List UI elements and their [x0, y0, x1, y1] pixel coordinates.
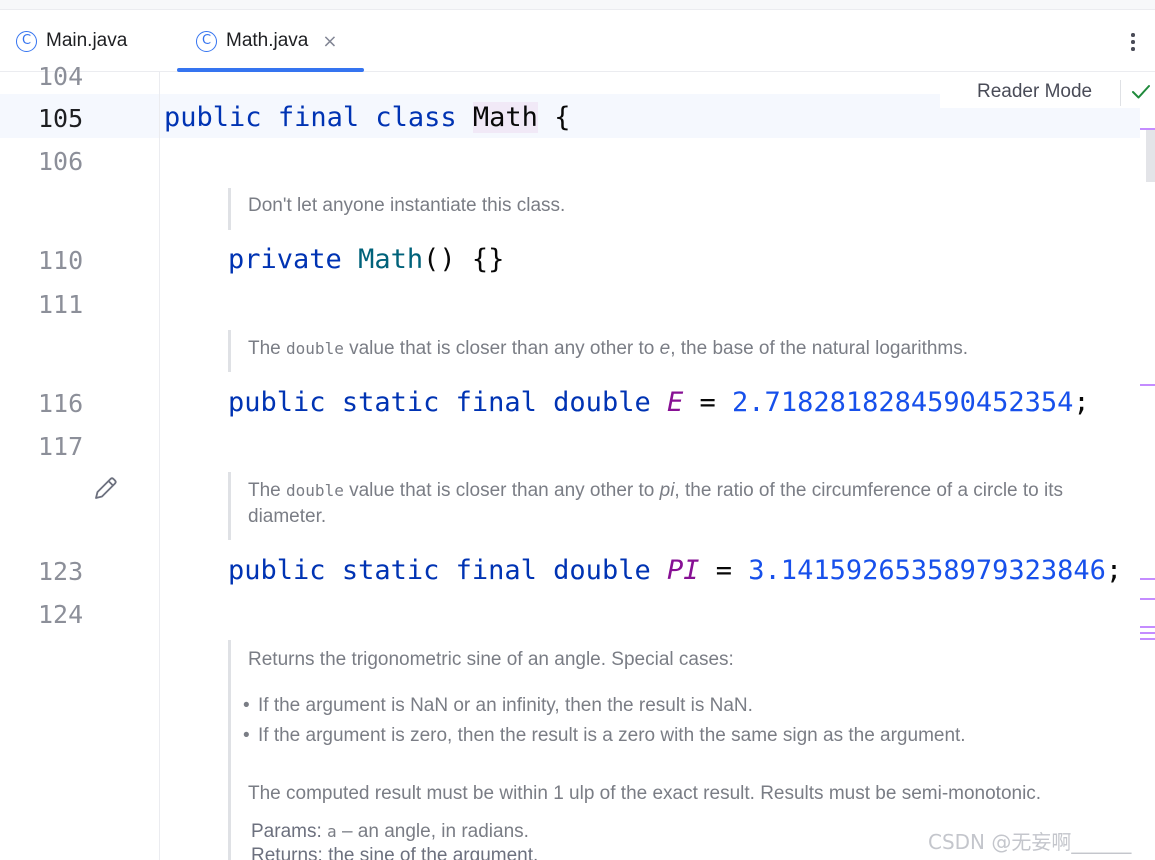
reader-mode-button[interactable]: Reader Mode [977, 81, 1092, 103]
line-number: 106 [38, 147, 84, 176]
active-tab-indicator [177, 68, 365, 72]
more-vertical-icon[interactable] [1123, 30, 1143, 54]
line-number: 117 [38, 432, 84, 461]
line-number: 116 [38, 389, 84, 418]
window-top-strip [0, 0, 1155, 10]
editor-tab-bar: C Main.java C Math.java × [0, 10, 1155, 72]
keyword: public [228, 555, 326, 586]
doc-code: a [327, 822, 337, 841]
semicolon: ; [1073, 387, 1090, 418]
keyword: public [228, 387, 326, 418]
doc-text: The computed result must be within 1 ulp… [248, 783, 1042, 804]
doc-emphasis: e [659, 338, 671, 359]
doc-text-part: value that is closer than any other to [343, 338, 660, 359]
reader-mode-toolbar: Reader Mode [940, 76, 1155, 108]
doc-list-item: If the argument is zero, then the result… [236, 723, 1128, 753]
line-number: 123 [38, 557, 84, 586]
line-number: 105 [38, 104, 84, 133]
doc-text-part: , the base of the natural logarithms. [670, 338, 969, 359]
constructor-name: Math [358, 244, 424, 275]
doc-text: Don't let anyone instantiate this class. [248, 195, 566, 216]
doc-comment-pi[interactable]: The double value that is closer than any… [228, 472, 1140, 540]
keyword: final [455, 555, 537, 586]
tab-math-java[interactable]: C Math.java × [177, 10, 365, 72]
keyword: double [553, 555, 651, 586]
error-stripe-marker[interactable] [1140, 638, 1155, 640]
checkmark-icon[interactable] [1130, 82, 1152, 102]
constant-name: PI [666, 555, 700, 586]
semicolon: ; [1105, 555, 1123, 586]
keyword: private [228, 244, 342, 275]
keyword: class [375, 102, 457, 133]
operator: = [715, 555, 733, 586]
code-line-class-declaration[interactable]: public final class Math { [164, 101, 570, 135]
number-literal: 3.14159265358979323846 [748, 555, 1106, 586]
doc-list-item: If the argument is NaN or an infinity, t… [236, 693, 1128, 723]
doc-comment-e[interactable]: The double value that is closer than any… [228, 330, 968, 372]
keyword: public [164, 102, 262, 133]
class-icon: C [196, 30, 217, 52]
error-stripe-marker[interactable] [1140, 632, 1155, 634]
class-icon: C [16, 30, 37, 52]
doc-emphasis: pi [659, 480, 675, 501]
error-stripe-marker[interactable] [1140, 384, 1155, 386]
line-number: 110 [38, 246, 84, 275]
keyword: final [277, 102, 360, 133]
line-number-gutter [0, 72, 160, 860]
tab-label: Math.java [226, 30, 309, 51]
constant-name: E [666, 387, 684, 418]
keyword: static [341, 387, 440, 418]
keyword: final [455, 387, 537, 418]
code-line-e-field[interactable]: public static final double E = 2.7182818… [228, 386, 1090, 420]
scrollbar-thumb[interactable] [1146, 130, 1155, 182]
code-text: () {} [423, 244, 505, 275]
doc-text-part: The [248, 338, 287, 359]
tab-label: Main.java [46, 30, 128, 51]
doc-code: double [286, 481, 344, 500]
doc-code: double [286, 339, 344, 358]
line-number: 104 [38, 62, 84, 91]
doc-comment-constructor[interactable]: Don't let anyone instantiate this class. [228, 188, 565, 230]
doc-text: Returns the trigonometric sine of an ang… [248, 649, 734, 670]
keyword: double [553, 387, 651, 418]
code-line-pi-field[interactable]: public static final double PI = 3.141592… [228, 554, 1122, 588]
pencil-icon[interactable] [92, 474, 120, 502]
doc-text-part: value that is closer than any other to [343, 480, 660, 501]
error-stripe-marker[interactable] [1140, 626, 1155, 628]
error-stripe-marker[interactable] [1140, 128, 1155, 130]
operator: = [699, 387, 716, 418]
doc-text-part: – an angle, in radians. [336, 821, 529, 842]
doc-text: The double value that is closer than any… [248, 478, 1140, 530]
close-icon[interactable]: × [322, 31, 337, 52]
keyword: static [341, 555, 440, 586]
doc-text: The double value that is closer than any… [248, 336, 968, 362]
number-literal: 2.7182818284590452354 [732, 387, 1074, 418]
separator [1120, 80, 1121, 106]
watermark: CSDN @无妄啊______ [928, 830, 1132, 854]
code-line-constructor[interactable]: private Math() {} [228, 243, 504, 277]
error-stripe-marker[interactable] [1140, 598, 1155, 600]
line-number: 124 [38, 600, 84, 629]
line-number: 111 [38, 290, 84, 319]
params-label: Params: [251, 821, 322, 842]
doc-text-part: The [248, 480, 287, 501]
class-name[interactable]: Math [472, 102, 538, 133]
error-stripe-marker[interactable] [1140, 578, 1155, 580]
brace: { [554, 102, 571, 133]
